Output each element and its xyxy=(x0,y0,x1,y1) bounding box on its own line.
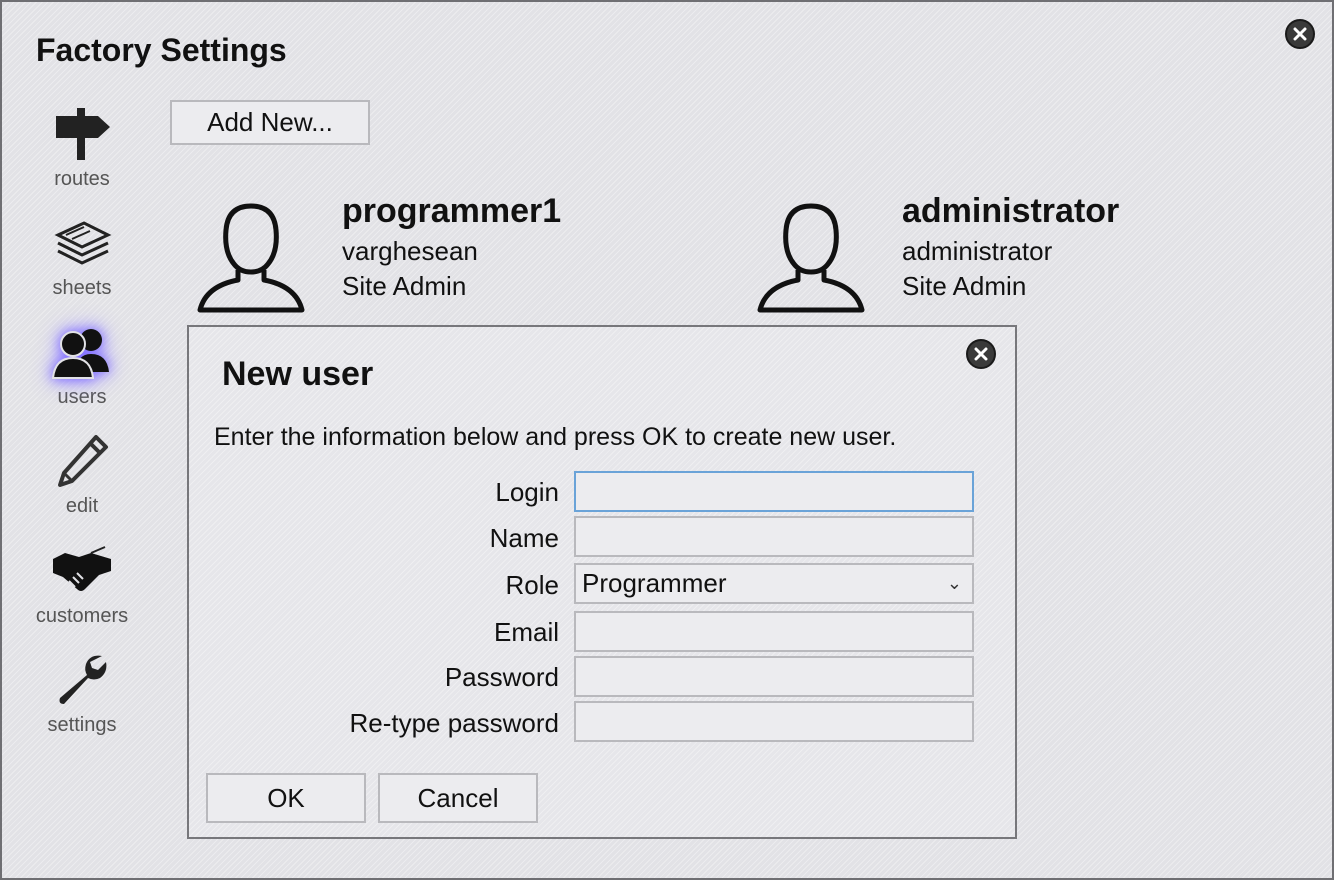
user-card[interactable]: programmer1 varghesean Site Admin xyxy=(196,192,656,320)
handshake-icon xyxy=(50,539,114,603)
sidebar-item-label: routes xyxy=(54,168,110,190)
users-icon xyxy=(50,320,114,384)
user-role: Site Admin xyxy=(902,271,1027,301)
cancel-button[interactable]: Cancel xyxy=(378,773,538,823)
sidebar-item-sheets[interactable]: sheets xyxy=(22,211,142,311)
user-login: administrator xyxy=(902,192,1120,230)
email-input[interactable] xyxy=(574,611,974,652)
sidebar-item-customers[interactable]: customers xyxy=(22,539,142,639)
user-role: Site Admin xyxy=(342,271,467,301)
user-name: varghesean xyxy=(342,236,478,266)
sheets-stack-icon xyxy=(50,211,114,275)
name-label: Name xyxy=(489,523,559,553)
sidebar-item-settings[interactable]: settings xyxy=(22,648,142,748)
dialog-close-button[interactable] xyxy=(966,339,996,369)
retype-password-label: Re-type password xyxy=(349,708,559,738)
pencil-icon xyxy=(50,429,114,493)
login-label: Login xyxy=(495,477,559,507)
close-icon xyxy=(974,347,988,361)
password-input[interactable] xyxy=(574,656,974,697)
name-input[interactable] xyxy=(574,516,974,557)
user-card[interactable]: administrator administrator Site Admin xyxy=(756,192,1216,320)
user-avatar-icon xyxy=(197,203,305,313)
sidebar-item-label: sheets xyxy=(52,277,112,299)
window-close-button[interactable] xyxy=(1285,19,1315,49)
sidebar-item-label: settings xyxy=(47,714,117,736)
sidebar-item-users[interactable]: users xyxy=(22,320,142,420)
sidebar-item-edit[interactable]: edit xyxy=(22,429,142,529)
sidebar-item-label: customers xyxy=(35,605,129,627)
role-select-value: Programmer xyxy=(582,568,727,598)
retype-password-input[interactable] xyxy=(574,701,974,742)
user-name: administrator xyxy=(902,236,1053,266)
role-label: Role xyxy=(505,570,559,600)
password-label: Password xyxy=(444,662,559,692)
sidebar-item-routes[interactable]: routes xyxy=(22,102,142,202)
signpost-icon xyxy=(50,102,114,166)
login-input[interactable] xyxy=(574,471,974,512)
user-login: programmer1 xyxy=(342,192,562,230)
dialog-instructions: Enter the information below and press OK… xyxy=(214,423,897,451)
ok-button[interactable]: OK xyxy=(206,773,366,823)
sidebar-item-label: users xyxy=(57,386,107,408)
close-icon xyxy=(1293,27,1307,41)
window-title: Factory Settings xyxy=(36,32,287,68)
dialog-title: New user xyxy=(222,355,374,393)
new-user-dialog: New user Enter the information below and… xyxy=(187,325,1017,839)
sidebar-item-label: edit xyxy=(65,495,99,517)
chevron-down-icon: ⌄ xyxy=(946,573,962,593)
role-select[interactable]: Programmer ⌄ xyxy=(574,563,974,604)
add-new-button[interactable]: Add New... xyxy=(170,100,370,145)
user-avatar-icon xyxy=(757,203,865,313)
wrench-icon xyxy=(50,648,114,712)
email-label: Email xyxy=(493,617,559,647)
